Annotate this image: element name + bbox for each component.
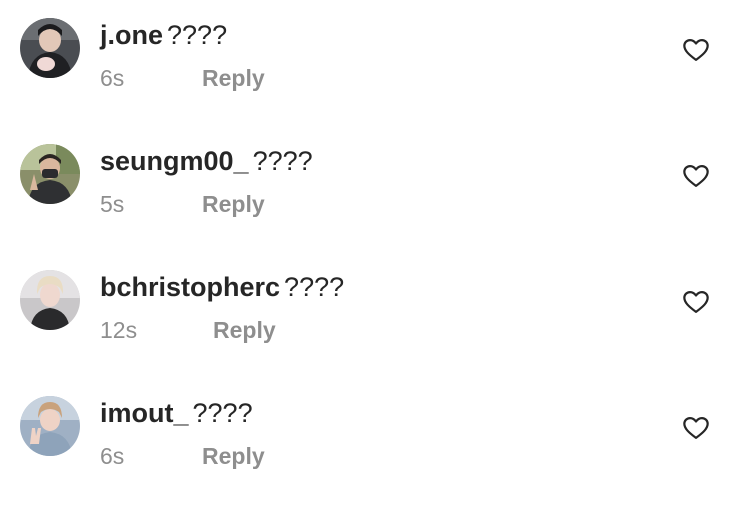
comment-text: ???? [252,146,313,176]
comment-meta: 6s Reply [100,63,640,93]
avatar[interactable] [20,270,80,330]
username-link[interactable]: bchristopherc [100,272,280,302]
comment-line: imout_???? [100,396,640,430]
timestamp: 12s [100,317,138,343]
reply-button[interactable]: Reply [202,191,265,217]
comment-item: j.one???? 6s Reply [0,18,750,128]
comment-line: seungm00_???? [100,144,640,178]
profile-photo-icon [20,396,80,456]
heart-outline-icon [683,38,709,62]
timestamp: 6s [100,443,125,469]
avatar[interactable] [20,18,80,78]
comment-list: j.one???? 6s Reply seungm00_ ???? 5s Rep… [0,0,750,504]
reply-button[interactable]: Reply [213,317,276,343]
comment-line: j.one???? [100,18,640,52]
timestamp: 6s [100,65,125,91]
comment-body: seungm00_???? 5s Reply [100,144,640,219]
like-button[interactable] [682,162,710,190]
reply-button[interactable]: Reply [202,443,265,469]
comment-meta: 5s Reply [100,189,640,219]
username-link[interactable]: imout_ [100,398,189,428]
comment-text: ???? [167,20,228,50]
profile-photo-icon [20,18,80,78]
comment-text: ???? [192,398,253,428]
heart-outline-icon [683,416,709,440]
comment-item: seungm00_???? 5s Reply [0,144,750,254]
comment-item: imout_???? 6s Reply [0,396,750,506]
profile-photo-icon [20,144,80,204]
heart-outline-icon [683,164,709,188]
profile-photo-icon [20,270,80,330]
avatar[interactable] [20,144,80,204]
comment-body: j.one???? 6s Reply [100,18,640,93]
like-button[interactable] [682,36,710,64]
comment-body: imout_???? 6s Reply [100,396,640,471]
timestamp: 5s [100,191,125,217]
comment-body: bchristopherc???? 12s Reply [100,270,640,345]
comment-text: ???? [284,272,345,302]
comment-line: bchristopherc???? [100,270,640,304]
like-button[interactable] [682,288,710,316]
heart-outline-icon [683,290,709,314]
like-button[interactable] [682,414,710,442]
username-link[interactable]: j.one [100,20,163,50]
username-link[interactable]: seungm00_ [100,146,249,176]
comment-meta: 12s Reply [100,315,640,345]
avatar[interactable] [20,396,80,456]
comment-meta: 6s Reply [100,441,640,471]
reply-button[interactable]: Reply [202,65,265,91]
comment-item: bchristopherc???? 12s Reply [0,270,750,380]
